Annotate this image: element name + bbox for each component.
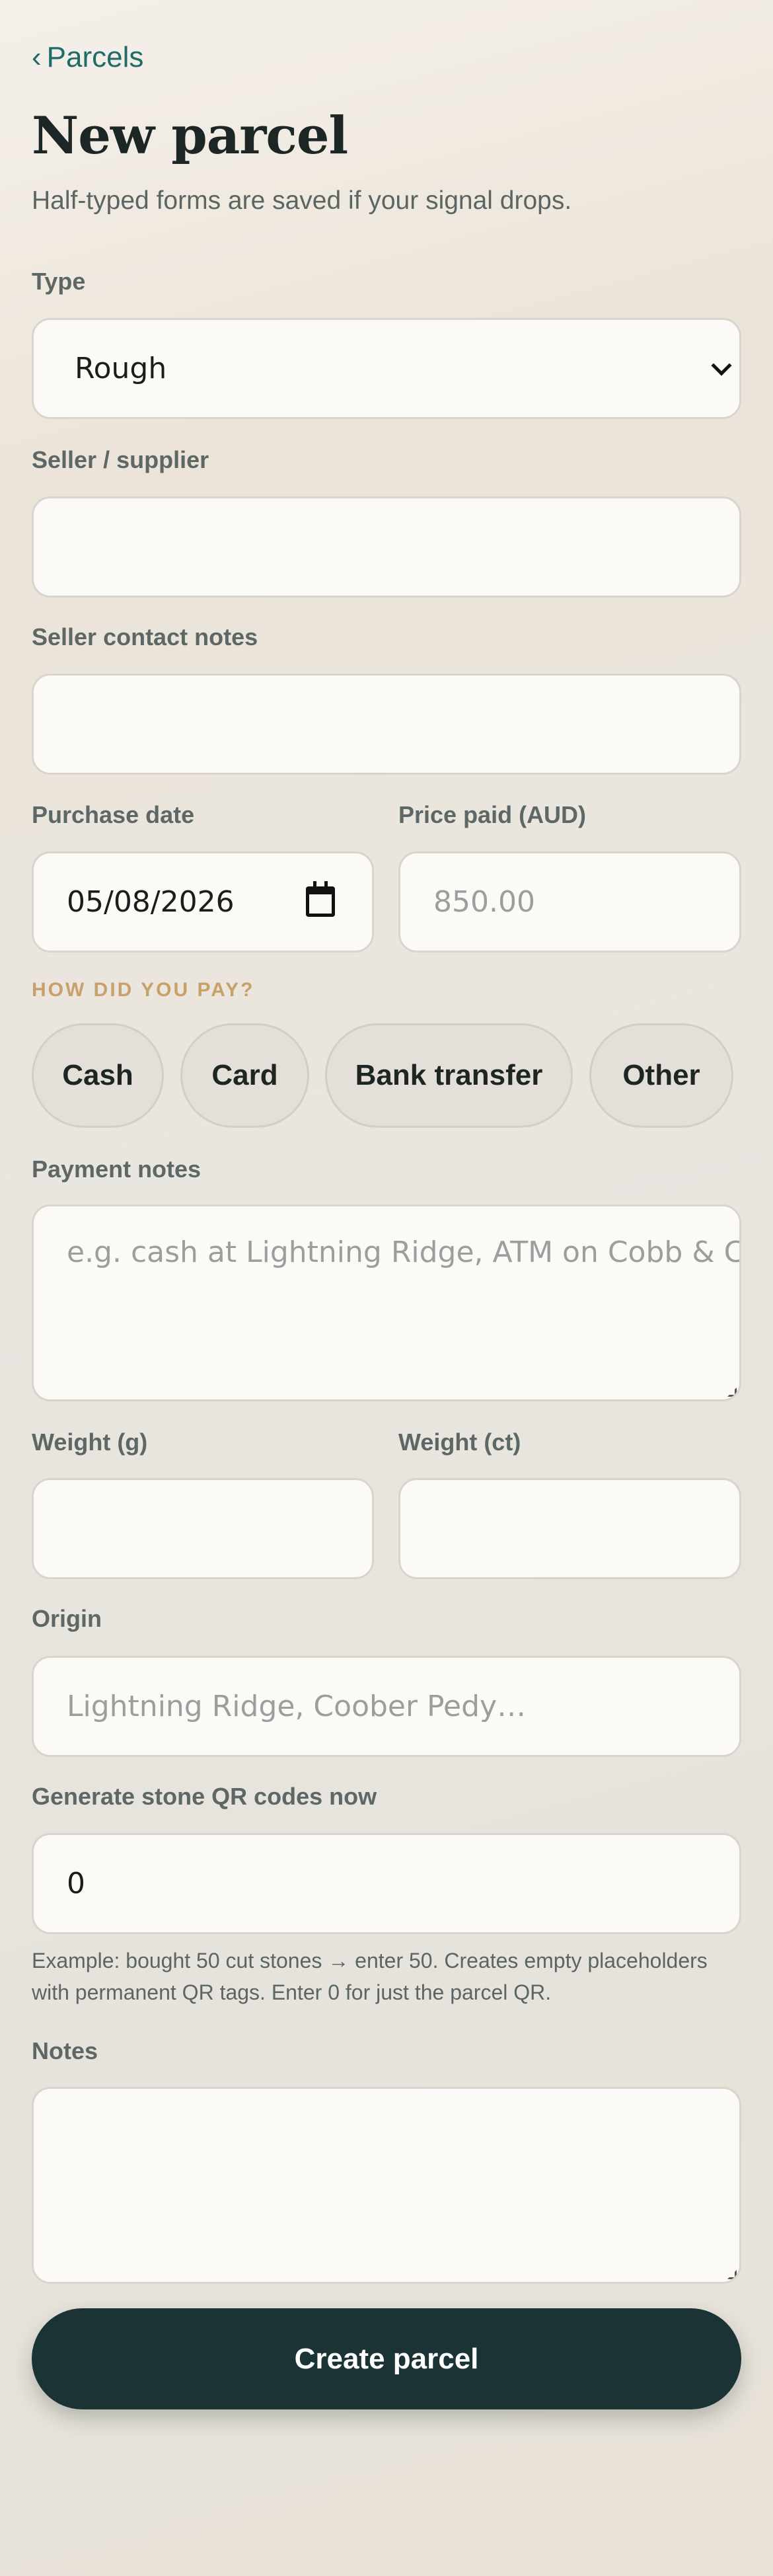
calendar-icon[interactable] [306,880,335,917]
resize-grip-icon[interactable] [727,1387,737,1397]
weight-ct-input[interactable] [398,1478,741,1579]
origin-label: Origin [32,1605,102,1632]
chevron-left-icon: ‹ [32,41,42,73]
type-label: Type [32,268,86,295]
notes-textarea[interactable] [32,2087,741,2284]
purchase-date-label: Purchase date [32,801,195,828]
resize-grip-icon[interactable] [727,2270,737,2279]
weight-g-label: Weight (g) [32,1428,148,1456]
page-subtitle: Half-typed forms are saved if your signa… [32,186,572,215]
seller-input[interactable] [32,496,741,598]
payment-chip-card[interactable]: Card [180,1023,309,1128]
purchase-date-input[interactable]: 05/08/2026 [32,851,374,953]
create-parcel-button[interactable]: Create parcel [32,2308,741,2409]
seller-contact-input[interactable] [32,674,741,775]
qr-codes-label: Generate stone QR codes now [32,1783,377,1810]
back-to-parcels-link[interactable]: ‹ Parcels [32,41,143,74]
payment-notes-placeholder: e.g. cash at Lightning Ridge, ATM on Cob… [67,1235,741,1269]
seller-label: Seller / supplier [32,446,209,473]
weight-g-input[interactable] [32,1478,374,1579]
qr-codes-helper: Example: bought 50 cut stones → enter 50… [32,1949,708,2004]
weight-ct-label: Weight (ct) [398,1428,521,1456]
qr-codes-input[interactable]: 0 [32,1833,741,1934]
notes-label: Notes [32,2037,98,2064]
payment-chip-other[interactable]: Other [589,1023,733,1128]
payment-chip-cash[interactable]: Cash [32,1023,164,1128]
type-select-value: Rough [75,352,167,385]
purchase-date-value: 05/08/2026 [67,885,235,919]
payment-chip-bank-transfer[interactable]: Bank transfer [325,1023,573,1128]
payment-notes-label: Payment notes [32,1155,202,1183]
price-input[interactable]: 850.00 [398,851,741,953]
type-select[interactable]: Rough [32,318,741,419]
seller-contact-label: Seller contact notes [32,623,258,650]
back-link-label: Parcels [46,41,144,73]
chevron-down-icon [711,354,732,376]
price-label: Price paid (AUD) [398,801,587,828]
payment-method-heading: HOW DID YOU PAY? [32,979,255,1001]
origin-input[interactable]: Lightning Ridge, Coober Pedy… [32,1656,741,1757]
page-title: New parcel [32,106,348,166]
payment-notes-textarea[interactable]: e.g. cash at Lightning Ridge, ATM on Cob… [32,1204,741,1401]
